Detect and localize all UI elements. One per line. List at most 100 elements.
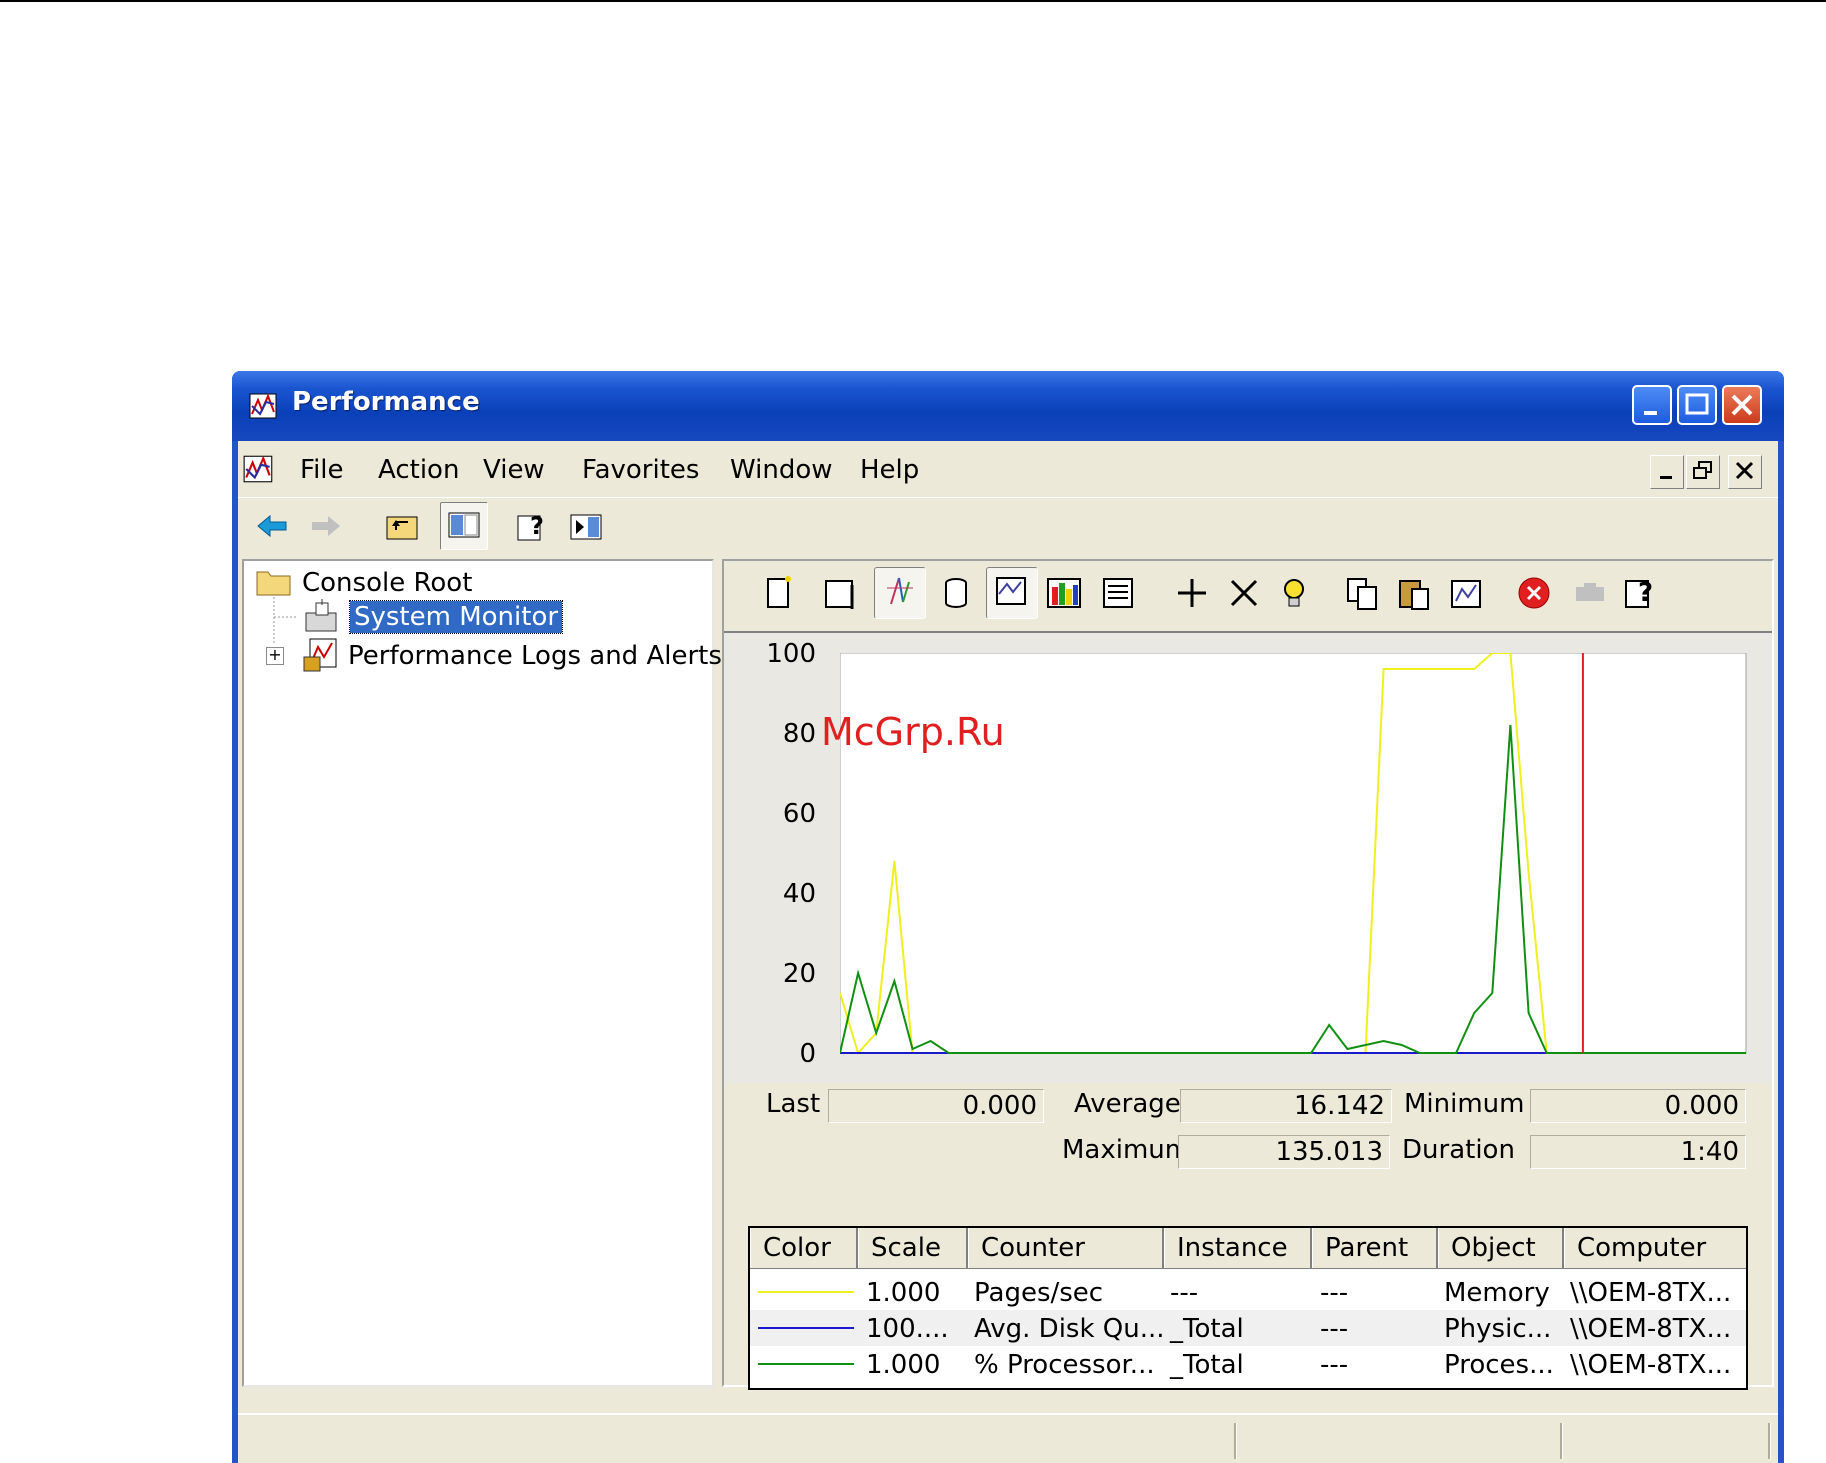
minimize-icon [1644,411,1657,415]
menu-action[interactable]: Action [378,455,459,485]
stat-last-label: Last [766,1089,821,1119]
menu-window[interactable]: Window [730,455,833,485]
cell-computer: \\OEM-8TX... [1570,1278,1732,1308]
cell-parent: --- [1320,1278,1349,1308]
tree-item-performance-logs[interactable]: Performance Logs and Alerts [348,641,722,671]
menu-view[interactable]: View [483,455,545,485]
back-arrow-icon[interactable] [254,508,290,544]
freeze-display-icon[interactable] [1514,573,1554,613]
watermark: McGrp.Ru [821,710,1005,754]
tree-item-console-root[interactable]: Console Root [302,568,472,598]
add-counter-icon[interactable] [1172,573,1212,613]
page-top-rule [0,0,1826,2]
highlight-icon[interactable] [1274,573,1314,613]
view-graph-button[interactable] [986,567,1038,619]
color-swatch [758,1327,854,1329]
help-icon[interactable]: ? [1620,573,1660,613]
stat-duration-value: 1:40 [1530,1135,1746,1169]
view-log-data-icon[interactable] [936,573,976,613]
minimize-button[interactable] [1632,385,1672,425]
tree-item-system-monitor[interactable]: System Monitor [348,600,564,634]
cell-computer: \\OEM-8TX... [1570,1314,1732,1344]
maximize-button[interactable] [1677,385,1717,425]
performance-logs-icon [303,638,337,672]
up-folder-icon[interactable] [384,508,420,544]
color-swatch [758,1363,854,1365]
mdi-close-button[interactable] [1728,455,1762,489]
help-icon[interactable]: ? [514,508,550,544]
y-tick-label: 20 [782,959,816,989]
menu-help[interactable]: Help [860,455,919,485]
title-bar[interactable]: Performance [232,371,1784,441]
cell-object: Proces... [1444,1350,1554,1380]
graph-icon [996,577,1026,605]
mmc-toolbar: ? [238,497,1778,554]
close-button[interactable] [1722,385,1762,425]
column-header-instance[interactable]: Instance [1164,1228,1312,1268]
legend-header: Color Scale Counter Instance Parent Obje… [750,1228,1746,1269]
close-icon [1735,461,1754,480]
copy-properties-icon[interactable] [1342,573,1382,613]
stat-average-label: Average [1074,1089,1181,1119]
stat-maximum-value: 135.013 [1178,1135,1390,1169]
clear-display-icon[interactable] [820,573,860,613]
legend-row[interactable]: 100.... Avg. Disk Qu... _Total --- Physi… [750,1310,1746,1346]
system-monitor-pane: ? 100 80 60 40 20 0 Last 0.000 Average 1… [722,559,1774,1390]
report-icon[interactable] [1098,573,1138,613]
svg-text:?: ? [530,512,544,540]
cell-scale: 1.000 [866,1278,941,1308]
column-header-color[interactable]: Color [750,1228,858,1268]
legend-row[interactable]: 1.000 % Processor... _Total --- Proces..… [750,1346,1746,1382]
column-header-object[interactable]: Object [1438,1228,1564,1268]
console-tree-icon [448,512,480,538]
cell-scale: 1.000 [866,1350,941,1380]
window-client: File Action View Favorites Window Help ?… [238,441,1778,1463]
counter-legend: Color Scale Counter Instance Parent Obje… [748,1226,1748,1390]
y-tick-label: 0 [799,1039,816,1069]
performance-app-icon [249,393,277,419]
cell-object: Physic... [1444,1314,1552,1344]
delete-counter-icon[interactable] [1224,573,1264,613]
cell-instance: _Total [1170,1350,1244,1380]
system-monitor-icon [305,599,337,632]
minimize-icon [1660,476,1672,479]
color-swatch [758,1291,854,1293]
view-current-activity-button[interactable] [874,567,926,619]
paste-counter-list-icon[interactable] [1394,573,1434,613]
properties-icon[interactable] [1446,573,1486,613]
y-tick-label: 80 [782,719,816,749]
status-divider [1234,1423,1237,1459]
y-tick-label: 100 [766,639,816,669]
stat-minimum-value: 0.000 [1530,1089,1746,1123]
action-pane-icon[interactable] [568,508,604,544]
status-divider [1560,1423,1563,1459]
svg-text:?: ? [1638,578,1653,608]
forward-arrow-icon[interactable] [308,508,344,544]
system-monitor-toolbar: ? [724,561,1772,633]
new-counter-set-icon[interactable] [758,573,798,613]
column-header-computer[interactable]: Computer [1564,1228,1746,1268]
legend-row[interactable]: 1.000 Pages/sec --- --- Memory \\OEM-8TX… [750,1274,1746,1310]
menu-file[interactable]: File [300,455,344,485]
stat-minimum-label: Minimum [1404,1089,1525,1119]
stat-last-value: 0.000 [828,1089,1044,1123]
stat-average-value: 16.142 [1180,1089,1392,1123]
mdi-minimize-button[interactable] [1650,455,1684,489]
show-hide-tree-button[interactable] [440,502,488,550]
console-icon[interactable] [242,452,276,486]
expand-toggle[interactable]: + [266,647,284,665]
menu-favorites[interactable]: Favorites [582,455,699,485]
graph-area: 100 80 60 40 20 0 [724,633,1772,1083]
histogram-icon[interactable] [1044,573,1084,613]
menu-bar: File Action View Favorites Window Help [238,441,1778,497]
cell-instance: --- [1170,1278,1199,1308]
console-tree: Console Root System Monitor + Performanc… [242,559,722,1387]
column-header-scale[interactable]: Scale [858,1228,968,1268]
update-data-icon[interactable] [1570,573,1610,613]
column-header-parent[interactable]: Parent [1312,1228,1438,1268]
stat-duration-label: Duration [1402,1135,1515,1165]
stat-maximum-label: Maximum [1062,1135,1191,1165]
column-header-counter[interactable]: Counter [968,1228,1164,1268]
status-bar [238,1413,1778,1463]
mdi-restore-button[interactable] [1686,455,1720,489]
